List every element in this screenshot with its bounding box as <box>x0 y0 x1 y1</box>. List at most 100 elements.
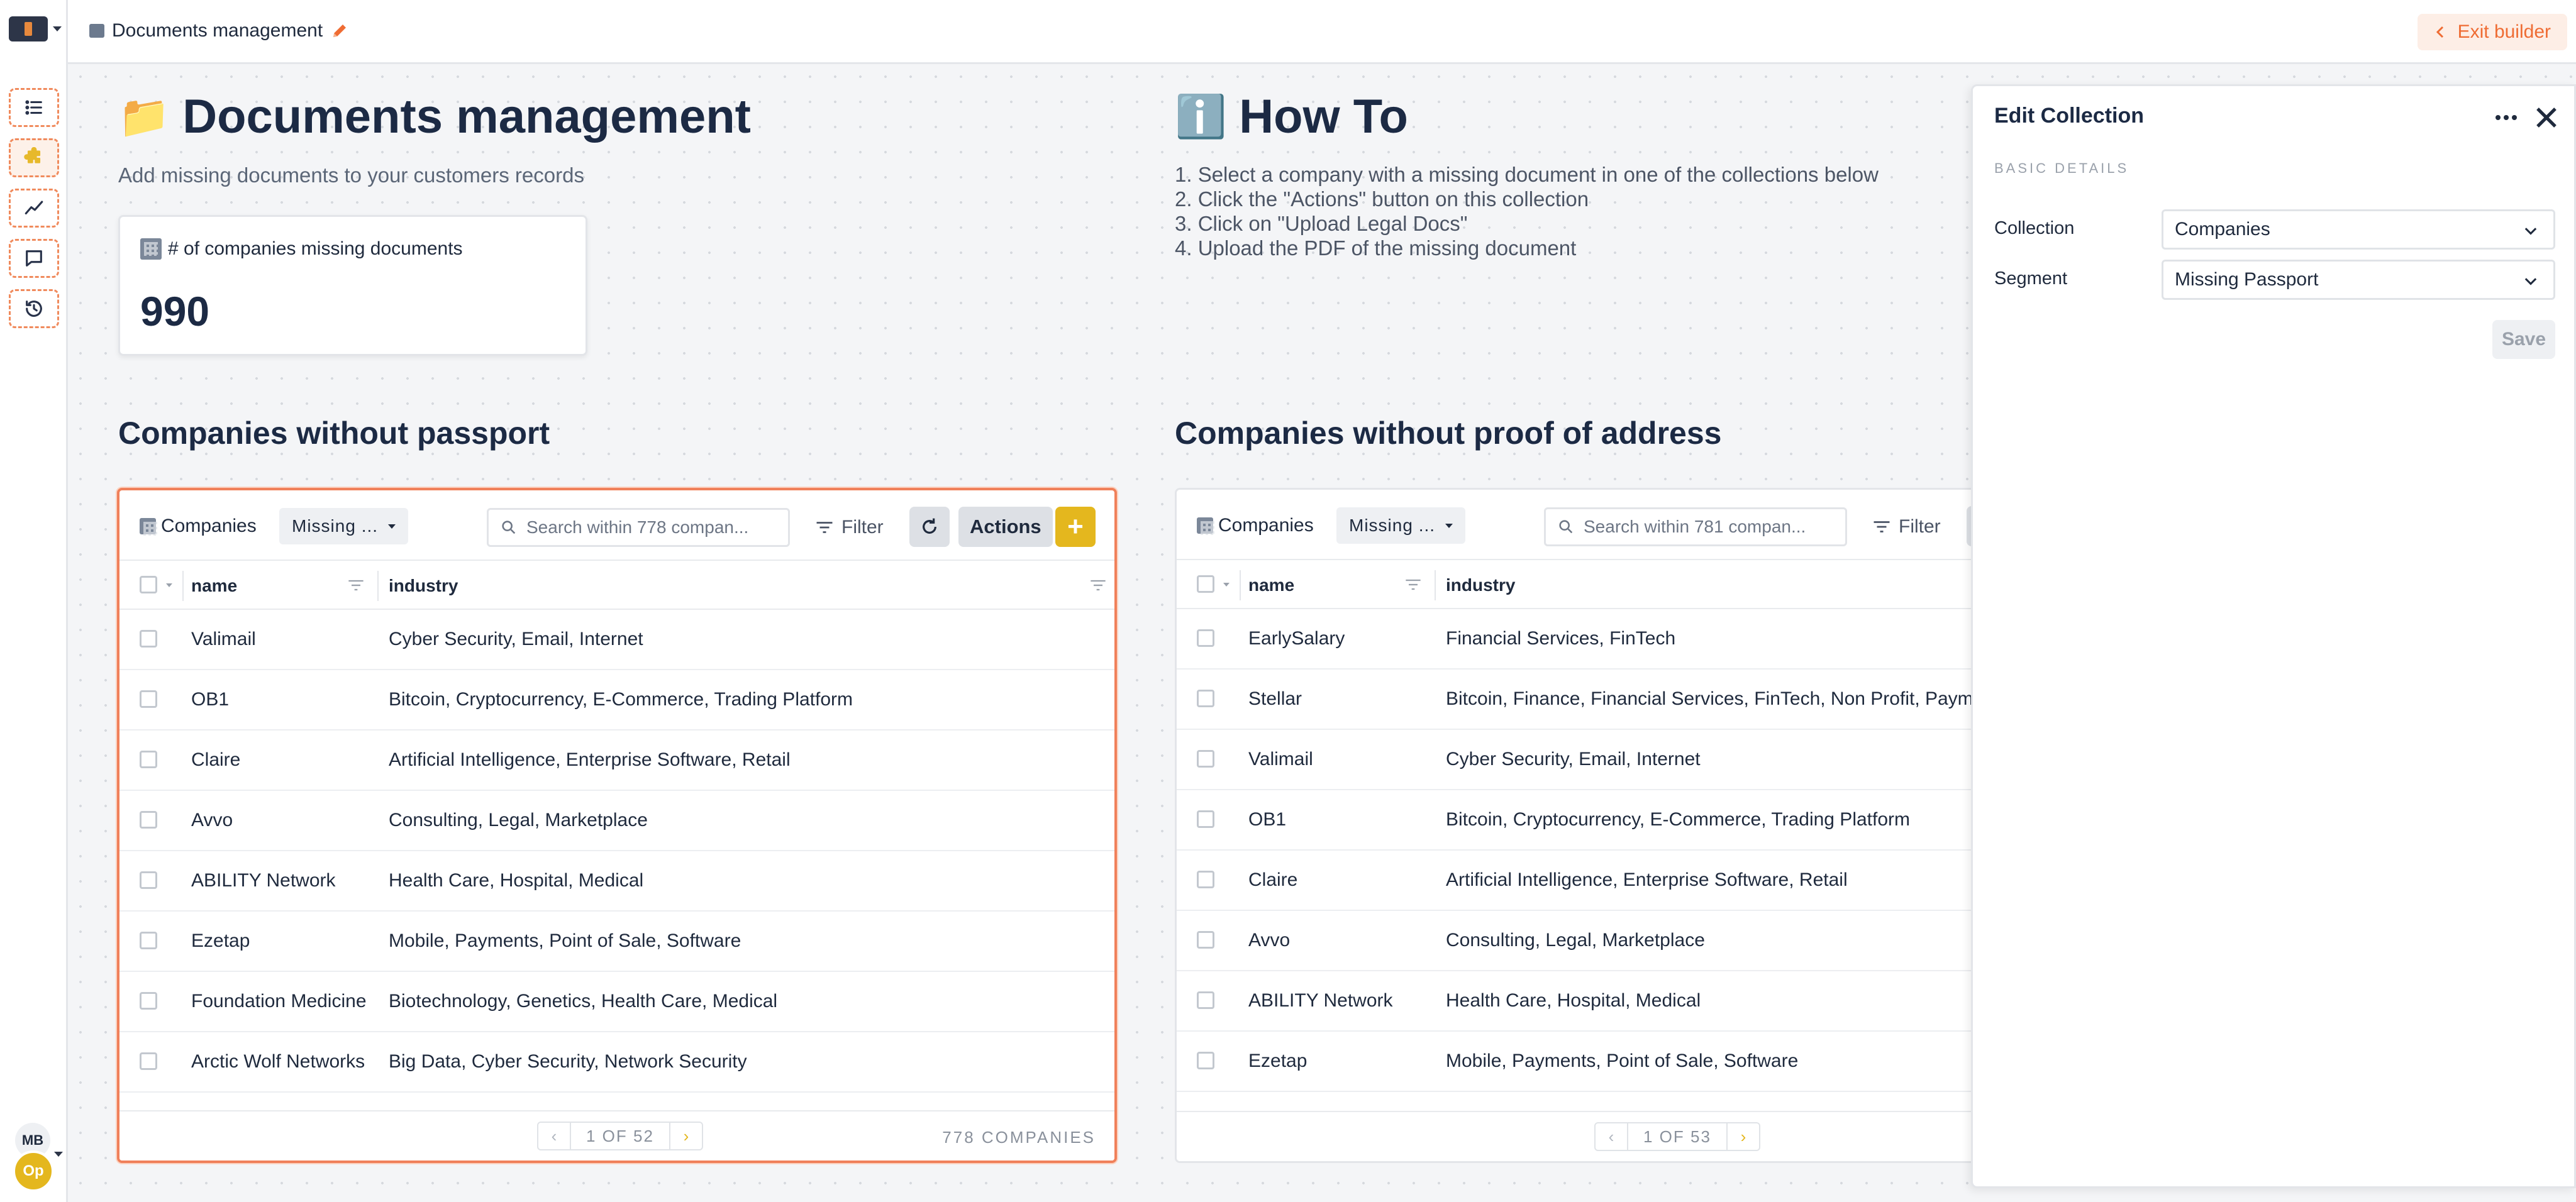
chevron-down-icon <box>2524 278 2537 285</box>
select-all-checkbox[interactable] <box>1197 575 1214 593</box>
search-icon <box>502 521 516 534</box>
filter-icon <box>816 522 833 533</box>
folder-emoji-icon: 📁 <box>118 92 170 140</box>
chevron-left-icon: ‹ <box>1608 1127 1614 1146</box>
chevron-down-icon[interactable] <box>166 583 172 587</box>
column-header-name[interactable]: name <box>1248 575 1294 595</box>
save-button[interactable]: Save <box>2492 320 2555 359</box>
column-header-name[interactable]: name <box>191 576 237 596</box>
column-filter-icon[interactable] <box>1089 577 1107 593</box>
cell-name: OB1 <box>1248 809 1287 830</box>
search-input[interactable]: Search within 778 compan... <box>487 508 790 547</box>
table-row[interactable]: Claire Artificial Intelligence, Enterpris… <box>119 731 1114 791</box>
row-checkbox[interactable] <box>1197 931 1214 949</box>
chevron-down-icon[interactable] <box>1223 583 1230 587</box>
cell-name: Ezetap <box>1248 1050 1307 1071</box>
breadcrumb: Documents management <box>89 20 349 41</box>
app-logo <box>9 16 48 41</box>
row-checkbox[interactable] <box>1197 991 1214 1009</box>
org-avatar[interactable]: Op <box>13 1150 54 1192</box>
row-checkbox[interactable] <box>140 630 157 648</box>
segment-name: Missing ... <box>292 516 379 536</box>
cell-name: Arctic Wolf Networks <box>191 1051 365 1072</box>
extensions-nav-button[interactable] <box>9 138 59 177</box>
table-row[interactable]: ABILITY Network Health Care, Hospital, Me… <box>119 851 1114 912</box>
cell-industry: Consulting, Legal, Marketplace <box>389 810 648 830</box>
table-row[interactable]: Valimail Cyber Security, Email, Internet <box>119 610 1114 670</box>
search-input[interactable]: Search within 781 compan... <box>1544 507 1847 546</box>
row-checkbox[interactable] <box>1197 871 1214 888</box>
column-divider <box>1435 570 1436 600</box>
row-checkbox[interactable] <box>1197 629 1214 647</box>
workspace-switcher[interactable] <box>9 16 62 41</box>
column-filter-icon[interactable] <box>347 577 365 593</box>
row-checkbox[interactable] <box>140 751 157 768</box>
next-page-button[interactable]: › <box>1728 1123 1759 1150</box>
chevron-down-icon <box>388 524 396 529</box>
filter-label: Filter <box>1899 516 1941 537</box>
chevron-left-icon: ‹ <box>551 1126 557 1145</box>
segment-dropdown[interactable]: Missing ... <box>1336 507 1466 544</box>
row-checkbox[interactable] <box>1197 810 1214 828</box>
history-nav-button[interactable] <box>9 289 59 328</box>
close-icon[interactable] <box>2531 102 2562 133</box>
row-checkbox[interactable] <box>140 871 157 889</box>
refresh-button[interactable] <box>909 507 950 547</box>
prev-page-button[interactable]: ‹ <box>538 1123 570 1149</box>
column-filter-icon[interactable] <box>1404 576 1422 593</box>
table-row[interactable]: Foundation Medicine Biotechnology, Geneti… <box>119 972 1114 1032</box>
pagination: ‹ 1 OF 53 › <box>1594 1122 1760 1151</box>
row-checkbox[interactable] <box>1197 1052 1214 1069</box>
pencil-icon[interactable] <box>330 21 349 40</box>
table-row[interactable]: Avvo Consulting, Legal, Marketplace <box>119 791 1114 851</box>
row-checkbox[interactable] <box>140 932 157 949</box>
table-row[interactable]: OB1 Bitcoin, Cryptocurrency, E-Commerce, … <box>119 670 1114 731</box>
cell-name: Foundation Medicine <box>191 991 367 1012</box>
cell-industry: Biotechnology, Genetics, Health Care, Me… <box>389 991 778 1012</box>
row-checkbox[interactable] <box>140 992 157 1010</box>
segment-select[interactable]: Missing Passport <box>2162 260 2555 300</box>
next-page-button[interactable]: › <box>670 1123 702 1149</box>
collection-label: Companies <box>140 516 257 537</box>
more-options-icon[interactable] <box>2491 105 2521 130</box>
column-header-industry[interactable]: industry <box>1446 575 1515 595</box>
analytics-nav-button[interactable] <box>9 189 59 228</box>
exit-builder-button[interactable]: Exit builder <box>2417 14 2567 50</box>
table-row[interactable]: Ezetap Mobile, Payments, Point of Sale, S… <box>119 912 1114 972</box>
cell-name: Avvo <box>191 810 233 830</box>
howto-title-text: How To <box>1239 90 1408 143</box>
cell-industry: Cyber Security, Email, Internet <box>389 629 643 649</box>
table-row[interactable]: Arctic Wolf Networks Big Data, Cyber Secu… <box>119 1032 1114 1093</box>
stat-card[interactable]: # of companies missing documents 990 <box>118 215 587 356</box>
prev-page-button[interactable]: ‹ <box>1596 1123 1627 1150</box>
cell-name: Avvo <box>1248 930 1291 951</box>
cell-industry: Artificial Intelligence, Enterprise Soft… <box>1446 869 1848 890</box>
add-record-button[interactable]: + <box>1055 507 1096 547</box>
collection-widget-passport[interactable]: Companies Missing ... Search within 778 … <box>117 488 1117 1163</box>
cell-name: ABILITY Network <box>191 870 336 891</box>
row-checkbox[interactable] <box>1197 750 1214 768</box>
filter-button[interactable]: Filter <box>815 508 884 547</box>
segment-select-value: Missing Passport <box>2175 269 2319 290</box>
building-icon <box>1197 517 1214 535</box>
row-checkbox[interactable] <box>140 811 157 829</box>
segment-dropdown[interactable]: Missing ... <box>279 508 409 544</box>
comments-nav-button[interactable] <box>9 239 59 278</box>
cell-name: Valimail <box>1248 749 1313 769</box>
folder-icon <box>89 24 104 38</box>
howto-step: 2. Click the "Actions" button on this co… <box>1175 187 1589 211</box>
howto-step: 4. Upload the PDF of the missing documen… <box>1175 236 1577 260</box>
row-checkbox[interactable] <box>140 1052 157 1070</box>
segment-field-label: Segment <box>1994 268 2068 289</box>
collections-nav-button[interactable] <box>9 88 59 127</box>
cell-industry: Big Data, Cyber Security, Network Securi… <box>389 1051 747 1072</box>
select-all-checkbox[interactable] <box>140 576 157 593</box>
row-checkbox[interactable] <box>140 690 157 708</box>
filter-button[interactable]: Filter <box>1872 507 1941 546</box>
column-header-industry[interactable]: industry <box>389 576 458 596</box>
collection-select[interactable]: Companies <box>2162 209 2555 250</box>
cell-name: Claire <box>1248 869 1298 890</box>
row-checkbox[interactable] <box>1197 690 1214 707</box>
actions-button[interactable]: Actions <box>958 507 1053 547</box>
page-title: 📁 Documents management <box>118 89 751 144</box>
